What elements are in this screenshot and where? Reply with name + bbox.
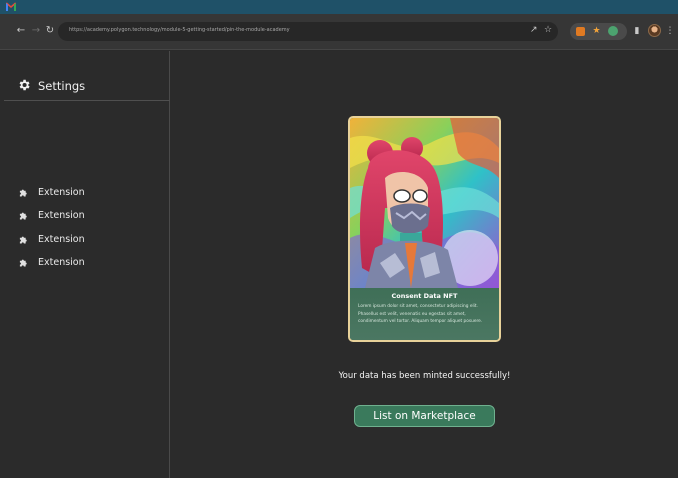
- nft-card-info: Consent Data NFT Lorem ipsum dolor sit a…: [350, 288, 499, 340]
- puzzle-icon: [19, 259, 27, 267]
- sidebar-item-label: Extension: [38, 257, 85, 268]
- sidebar-item-label: Extension: [38, 210, 85, 221]
- sidebar: Settings Extension Extension Extension E…: [4, 51, 170, 478]
- extensions-group: ★: [570, 23, 627, 40]
- nft-card[interactable]: Consent Data NFT Lorem ipsum dolor sit a…: [348, 116, 501, 342]
- gear-icon: [19, 79, 30, 91]
- profile-avatar[interactable]: [648, 24, 661, 37]
- main-content: Consent Data NFT Lorem ipsum dolor sit a…: [171, 51, 678, 478]
- settings-title: Settings: [38, 79, 86, 93]
- sidebar-item-label: Extension: [38, 234, 85, 245]
- puzzle-icon: [19, 212, 27, 220]
- sidebar-item-extension-4[interactable]: Extension: [4, 254, 170, 274]
- puzzle-icon: [19, 236, 27, 244]
- puzzle-icon: [19, 189, 27, 197]
- extension-green-icon[interactable]: [608, 26, 618, 36]
- back-arrow-icon[interactable]: ←: [14, 24, 28, 38]
- gmail-icon[interactable]: [6, 2, 16, 11]
- browser-toolbar: ← → ↻ https://academy.polygon.technology…: [0, 14, 678, 50]
- menu-kebab-icon[interactable]: ⋮: [664, 24, 676, 38]
- list-on-marketplace-button[interactable]: List on Marketplace: [354, 405, 495, 427]
- bookmark-star-icon[interactable]: ☆: [544, 25, 552, 35]
- sidebar-item-extension-2[interactable]: Extension: [4, 207, 170, 227]
- sidebar-item-extension-3[interactable]: Extension: [4, 231, 170, 251]
- extension-fox-icon[interactable]: [576, 27, 585, 36]
- extension-star-icon[interactable]: ★: [592, 27, 601, 36]
- os-top-bar: [0, 0, 678, 14]
- success-message: Your data has been minted successfully!: [338, 371, 511, 381]
- url-text[interactable]: https://academy.polygon.technology/modul…: [69, 27, 290, 33]
- sidebar-item-label: Extension: [38, 187, 85, 198]
- forward-arrow-icon[interactable]: →: [29, 24, 43, 38]
- nft-artwork-image: [350, 118, 499, 288]
- share-icon[interactable]: ↗: [530, 25, 538, 35]
- nft-card-description: Lorem ipsum dolor sit amet, consectetur …: [358, 304, 483, 324]
- nft-card-title: Consent Data NFT: [391, 292, 458, 300]
- sidebar-item-extension-1[interactable]: Extension: [4, 184, 170, 204]
- bookmark-icon[interactable]: ▮: [631, 24, 643, 38]
- address-bar[interactable]: https://academy.polygon.technology/modul…: [58, 22, 558, 41]
- app-area: Settings Extension Extension Extension E…: [0, 51, 678, 478]
- settings-header: Settings: [4, 51, 170, 101]
- reload-icon[interactable]: ↻: [43, 24, 57, 38]
